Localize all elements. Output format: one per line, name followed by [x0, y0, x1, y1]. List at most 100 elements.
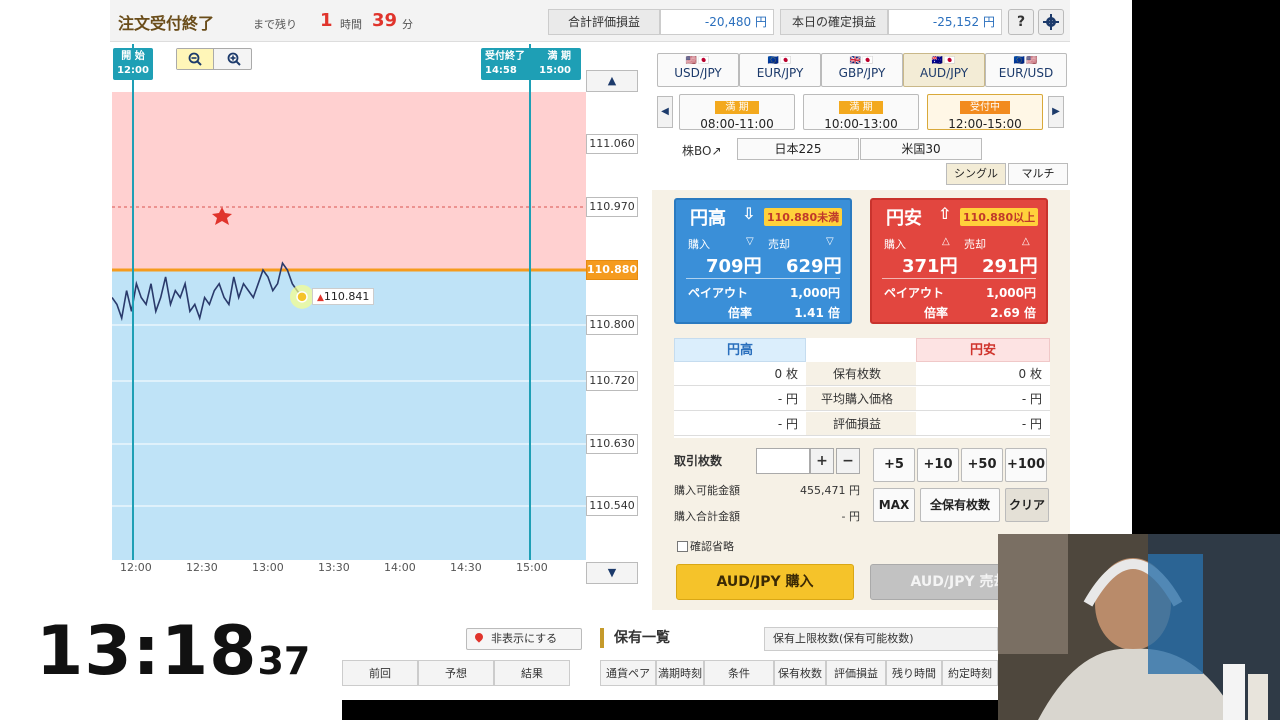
y-tick-label: 110.800 — [586, 315, 638, 335]
y-tick-label: 110.970 — [586, 197, 638, 217]
today-pl-label: 本日の確定損益 — [780, 9, 888, 35]
single-mode-button[interactable]: シングル — [946, 163, 1006, 185]
total-pl-value: -20,480 円 — [660, 9, 774, 35]
holding-value-yen-low: - 円 — [916, 387, 1050, 411]
gear-icon — [1043, 14, 1059, 30]
up-arrow-icon: ⇧ — [938, 204, 952, 223]
hide-button-label: 非表示にする — [491, 632, 558, 645]
order-status: 注文受付終了 — [118, 14, 215, 33]
accept-end-label: 受付終了 — [485, 51, 525, 62]
holdings-list-title: 保有一覧 — [600, 628, 670, 648]
yen-low-payout-label: ペイアウト — [884, 286, 945, 300]
session-next-button[interactable]: ▶ — [1048, 96, 1064, 128]
quantity-input[interactable] — [756, 448, 810, 474]
holdings-col-header: 通貨ペア — [600, 660, 656, 686]
triangle-up-icon: △ — [942, 236, 950, 247]
yen-low-sell-price[interactable]: 291円 — [982, 252, 1038, 278]
pair-tab-eur-usd[interactable]: 🇪🇺🇺🇸 EUR/USD — [985, 53, 1067, 87]
y-tick-label: 110.720 — [586, 371, 638, 391]
yen-high-buy-label: 購入 — [688, 238, 710, 251]
add-50-button[interactable]: +50 — [961, 448, 1003, 482]
yen-low-buy-price[interactable]: 371円 — [902, 252, 958, 278]
yen-low-card[interactable]: 円安 ⇧ 110.880以上 購入 △ 売却 △ 371円 291円 ペイアウト… — [870, 198, 1048, 324]
flag-icon: 🇪🇺🇺🇸 — [1013, 56, 1039, 66]
x-tick-label: 13:00 — [252, 561, 284, 574]
session-tab[interactable]: 満 期 08:00-11:00 — [679, 94, 795, 131]
pair-tab-eur-jpy[interactable]: 🇪🇺🇯🇵 EUR/JPY — [739, 53, 821, 87]
quantity-plus-button[interactable]: + — [810, 448, 834, 474]
zoom-in-button[interactable] — [215, 49, 252, 69]
confirm-skip-checkbox[interactable]: 確認省略 — [677, 538, 734, 554]
yen-high-sell-label: 売却 — [768, 238, 790, 251]
add-5-button[interactable]: +5 — [873, 448, 915, 482]
holdings-col-header: 保有枚数 — [774, 660, 826, 686]
us30-button[interactable]: 米国30 — [860, 138, 982, 160]
holding-value-yen-high: 0 枚 — [674, 362, 806, 386]
yen-high-buy-price[interactable]: 709円 — [706, 252, 762, 278]
streamer-video — [998, 534, 1280, 720]
session-time: 10:00-13:00 — [824, 117, 898, 131]
expiry-time: 15:00 — [539, 65, 571, 76]
yen-low-rate-value: 2.69 倍 — [990, 306, 1036, 320]
triangle-down-icon: ▽ — [826, 236, 834, 247]
settings-button[interactable] — [1038, 9, 1064, 35]
session-tab[interactable]: 受付中 12:00-15:00 — [927, 94, 1043, 131]
clock-time: 13:18 — [36, 612, 258, 691]
holding-row-label: 評価損益 — [806, 412, 916, 436]
yen-low-payout-value: 1,000円 — [986, 286, 1036, 300]
clear-button[interactable]: クリア — [1005, 488, 1049, 522]
add-100-button[interactable]: +100 — [1005, 448, 1047, 482]
zoom-in-icon — [227, 52, 241, 66]
yen-low-rate-label: 倍率 — [924, 306, 949, 320]
triangle-up-icon: ▲ — [317, 292, 324, 303]
pair-tab-aud-jpy[interactable]: 🇦🇺🇯🇵 AUD/JPY — [903, 53, 985, 87]
add-10-button[interactable]: +10 — [917, 448, 959, 482]
remaining-minutes-unit: 分 — [402, 18, 413, 31]
checkbox-box[interactable] — [677, 541, 688, 552]
start-tag-time: 12:00 — [117, 65, 149, 76]
session-prev-button[interactable]: ◀ — [657, 96, 673, 128]
scroll-down-button[interactable]: ▼ — [586, 562, 638, 584]
session-badge: 満 期 — [839, 101, 883, 114]
holdings-col-header: 評価損益 — [826, 660, 886, 686]
all-holdings-button[interactable]: 全保有枚数 — [920, 488, 1000, 522]
quantity-minus-button[interactable]: − — [836, 448, 860, 474]
yen-high-card[interactable]: 円高 ⇩ 110.880未満 購入 ▽ 売却 ▽ 709円 629円 ペイアウト… — [674, 198, 852, 324]
y-tick-label: 110.540 — [586, 496, 638, 516]
scroll-up-button[interactable]: ▲ — [586, 70, 638, 92]
pair-tab-gbp-jpy[interactable]: 🇬🇧🇯🇵 GBP/JPY — [821, 53, 903, 87]
total-amount-label: 購入合計金額 — [674, 510, 740, 523]
pair-label: GBP/JPY — [838, 66, 886, 80]
session-tab[interactable]: 満 期 10:00-13:00 — [803, 94, 919, 131]
help-button[interactable]: ? — [1008, 9, 1034, 35]
clock-seconds: 37 — [257, 639, 311, 683]
max-button[interactable]: MAX — [873, 488, 915, 522]
down-arrow-icon: ⇩ — [742, 204, 756, 223]
stock-bo-link[interactable]: 株BO↗ — [682, 142, 722, 159]
multi-mode-button[interactable]: マルチ — [1008, 163, 1068, 185]
start-tag-label: 開 始 — [121, 51, 145, 62]
available-amount-value: 455,471 円 — [800, 484, 860, 497]
today-pl-value: -25,152 円 — [888, 9, 1002, 35]
remaining-label: まで残り — [253, 18, 297, 31]
pair-tab-usd-jpy[interactable]: 🇺🇸🇯🇵 USD/JPY — [657, 53, 739, 87]
session-badge: 満 期 — [715, 101, 759, 114]
pair-label: EUR/JPY — [756, 66, 804, 80]
flag-icon: 🇪🇺🇯🇵 — [767, 56, 793, 66]
y-tick-label: 111.060 — [586, 134, 638, 154]
overlay-clock: 13:1837 — [36, 612, 310, 691]
x-tick-label: 13:30 — [318, 561, 350, 574]
confirm-skip-label: 確認省略 — [690, 540, 734, 553]
session-badge: 受付中 — [960, 101, 1010, 114]
yen-high-rate-label: 倍率 — [728, 306, 753, 320]
quantity-label: 取引枚数 — [674, 454, 723, 468]
zoom-out-button[interactable] — [177, 49, 214, 69]
hide-button[interactable]: 非表示にする — [466, 628, 582, 650]
holding-row-label: 保有枚数 — [806, 362, 916, 386]
yen-high-payout-label: ペイアウト — [688, 286, 749, 300]
holdings-head-yen-low: 円安 — [916, 338, 1050, 362]
yen-high-sell-price[interactable]: 629円 — [786, 252, 842, 278]
buy-button[interactable]: AUD/JPY 購入 — [676, 564, 854, 600]
nikkei225-button[interactable]: 日本225 — [737, 138, 859, 160]
holding-value-yen-low: 0 枚 — [916, 362, 1050, 386]
